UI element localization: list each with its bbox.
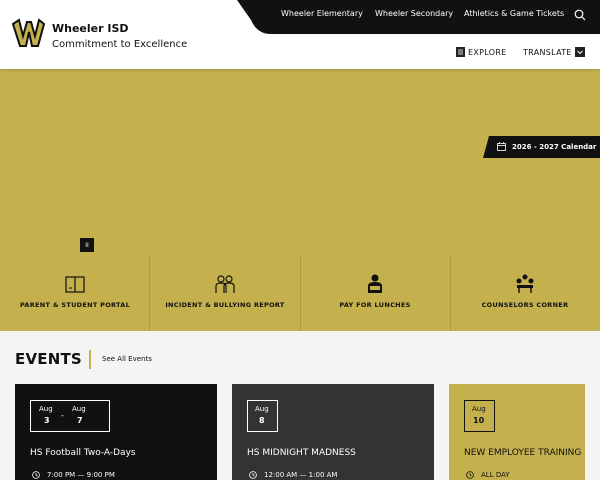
explore-button[interactable]: EXPLORE	[456, 47, 507, 57]
quick-link-label: PAY FOR LUNCHES	[339, 301, 411, 309]
quick-link-lunches[interactable]: PAY FOR LUNCHES	[300, 255, 450, 331]
calendar-icon	[497, 142, 506, 151]
people-icon	[215, 275, 235, 293]
event-date: Aug 3 - Aug 7	[30, 400, 110, 432]
quick-link-incident-report[interactable]: INCIDENT & BULLYING REPORT	[150, 255, 300, 331]
event-date: Aug 8	[247, 400, 278, 432]
translate-button[interactable]: TRANSLATE	[523, 47, 585, 57]
see-all-events-link[interactable]: See All Events	[102, 355, 152, 363]
event-title: HS Football Two-A-Days	[30, 448, 136, 458]
clock-icon	[32, 471, 40, 479]
quick-link-label: INCIDENT & BULLYING REPORT	[165, 301, 285, 309]
event-card[interactable]: Aug 10 NEW EMPLOYEE TRAINING ALL DAY	[449, 384, 585, 480]
top-link-athletics[interactable]: Athletics & Game Tickets	[464, 9, 564, 18]
event-time: 7:00 PM — 9:00 PM	[47, 471, 115, 479]
quick-link-label: COUNSELORS CORNER	[481, 301, 569, 309]
school-logo-icon[interactable]	[11, 18, 45, 48]
menu-icon	[456, 47, 465, 57]
explore-label: EXPLORE	[468, 47, 507, 57]
event-title: HS MIDNIGHT MADNESS	[247, 448, 356, 458]
pause-button[interactable]: II	[80, 238, 94, 252]
search-icon[interactable]	[574, 9, 586, 21]
top-nav-bar: Wheeler Elementary Wheeler Secondary Ath…	[237, 0, 600, 34]
site-header: Wheeler ISD Commitment to Excellence Whe…	[0, 0, 600, 69]
group-icon	[516, 274, 534, 293]
event-time: 12:00 AM — 1:00 AM	[264, 471, 338, 479]
event-card[interactable]: Aug 3 - Aug 7 HS Football Two-A-Days 7:0…	[15, 384, 217, 480]
events-heading: EVENTS	[15, 350, 82, 368]
quick-link-portal[interactable]: PARENT & STUDENT PORTAL	[0, 255, 150, 331]
quick-link-label: PARENT & STUDENT PORTAL	[19, 301, 131, 309]
top-link-secondary[interactable]: Wheeler Secondary	[375, 9, 453, 18]
event-date: Aug 10	[464, 400, 495, 432]
chevron-down-icon	[574, 47, 585, 57]
event-title: NEW EMPLOYEE TRAINING	[464, 448, 582, 458]
event-card[interactable]: Aug 8 HS MIDNIGHT MADNESS 12:00 AM — 1:0…	[232, 384, 434, 480]
clock-icon	[249, 471, 257, 479]
clock-icon	[466, 471, 474, 479]
site-tagline: Commitment to Excellence	[52, 39, 188, 50]
site-title[interactable]: Wheeler ISD	[52, 22, 129, 35]
event-time: ALL DAY	[481, 471, 510, 479]
calendar-label: 2026 - 2027 Calendar	[512, 143, 597, 151]
top-link-elementary[interactable]: Wheeler Elementary	[281, 9, 363, 18]
translate-label: TRANSLATE	[523, 47, 572, 57]
lunch-icon	[368, 274, 382, 293]
book-icon	[65, 276, 85, 293]
quick-link-counselors[interactable]: COUNSELORS CORNER	[450, 255, 600, 331]
events-divider	[89, 350, 91, 369]
